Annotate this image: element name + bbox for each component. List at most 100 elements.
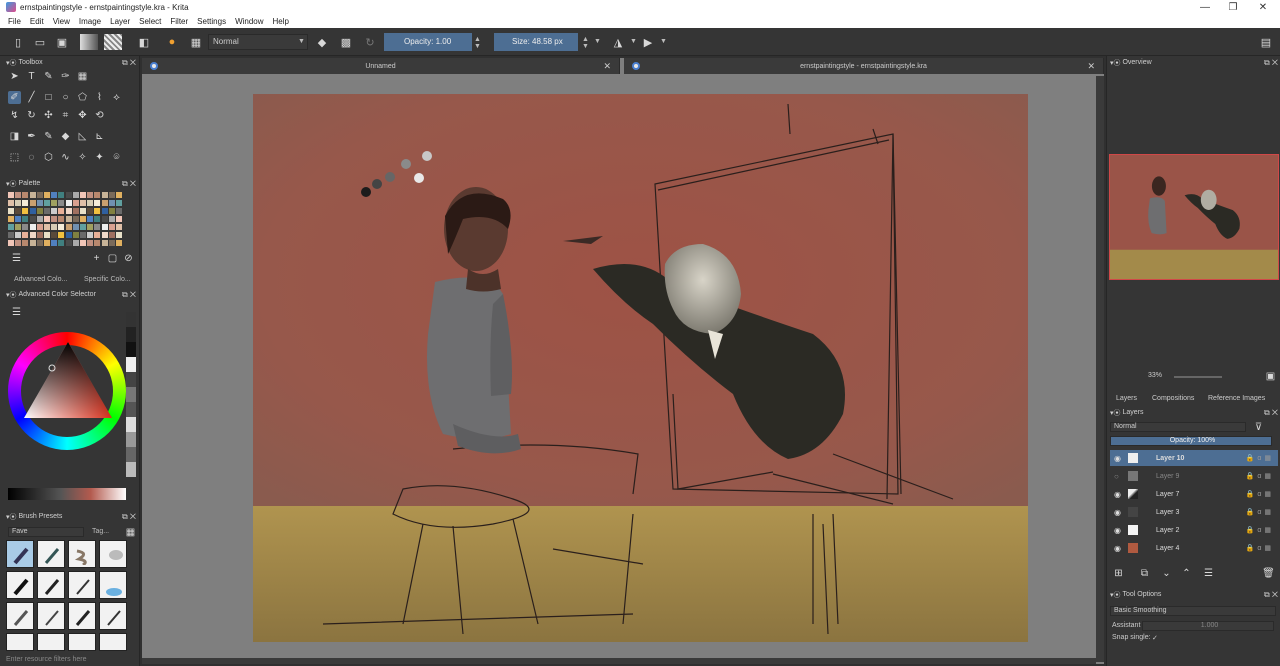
palette-swatch[interactable] <box>8 192 14 198</box>
palette-swatch[interactable] <box>87 208 94 214</box>
palette-swatch[interactable] <box>87 224 94 230</box>
palette-swatch[interactable] <box>22 208 29 214</box>
maximize-button[interactable]: ❐ <box>1218 0 1248 14</box>
collapse-icon[interactable]: ▾⦿ <box>6 58 18 68</box>
palette-swatch[interactable] <box>65 200 72 206</box>
menu-help[interactable]: Help <box>273 17 289 26</box>
gradient-tool-icon[interactable]: ◨ <box>8 130 21 143</box>
float-close-icon[interactable]: ⧉ ✕ <box>122 512 136 522</box>
edit-shapes-tool-icon[interactable]: ✎ <box>42 70 55 83</box>
tab-advanced-color[interactable]: Advanced Colo... <box>14 276 67 283</box>
tab-layers[interactable]: Layers <box>1116 395 1137 402</box>
menu-edit[interactable]: Edit <box>30 17 44 26</box>
opacity-stepper-icon[interactable]: ▲ ▼ <box>474 36 481 50</box>
palette-swatch[interactable] <box>65 208 72 214</box>
new-document-icon[interactable]: ▯ <box>10 34 26 50</box>
palette-swatch[interactable] <box>72 200 79 206</box>
layer-flags-icon[interactable]: 🔒α▦ <box>1246 454 1274 462</box>
line-tool-icon[interactable]: ╱ <box>25 91 38 104</box>
tab-reference-images[interactable]: Reference Images <box>1208 395 1265 402</box>
palette-swatch[interactable] <box>36 232 43 238</box>
palette-swatch[interactable] <box>65 224 72 230</box>
collapse-icon[interactable]: ▾⦿ <box>1110 408 1122 418</box>
crop-tool-icon[interactable]: ⌗ <box>59 109 72 122</box>
calligraphy-tool-icon[interactable]: ✑ <box>59 70 72 83</box>
palette-swatch[interactable] <box>44 200 50 206</box>
save-document-icon[interactable]: ▣ <box>54 34 70 50</box>
palette-swatch[interactable] <box>51 192 58 198</box>
palette-swatch[interactable] <box>58 232 65 238</box>
palette-swatch[interactable] <box>36 216 43 222</box>
contiguous-select-tool-icon[interactable]: ✧ <box>76 151 89 164</box>
brush-preset-tile[interactable] <box>37 633 65 651</box>
overview-thumbnail[interactable] <box>1109 154 1279 280</box>
layer-row-2[interactable]: ◉ Layer 2 🔒α▦ <box>1110 522 1278 538</box>
freehand-path-tool-icon[interactable]: ↯ <box>8 109 21 122</box>
mirror-vertical-icon[interactable]: ▶ <box>640 34 656 50</box>
ellipse-select-tool-icon[interactable]: ◌ <box>25 151 38 164</box>
palette-swatch[interactable] <box>101 216 108 222</box>
palette-swatch[interactable] <box>36 192 43 198</box>
palette-swatch[interactable] <box>36 208 43 214</box>
chevron-down-icon[interactable]: ▼ <box>298 38 305 45</box>
palette-swatch[interactable] <box>51 200 58 206</box>
bezier-select-tool-icon[interactable]: ⌾ <box>110 151 123 164</box>
menu-file[interactable]: File <box>8 17 21 26</box>
palette-swatch[interactable] <box>108 200 115 206</box>
palette-swatch[interactable] <box>29 200 36 206</box>
palette-swatch[interactable] <box>72 208 79 214</box>
eye-icon[interactable]: ◉ <box>1114 490 1121 499</box>
tab-compositions[interactable]: Compositions <box>1152 395 1194 402</box>
palette-swatch[interactable] <box>36 200 43 206</box>
delete-layer-icon[interactable]: 🗑 <box>1262 567 1275 580</box>
palette-swatch[interactable] <box>116 192 122 198</box>
brush-view-mode-icon[interactable]: ▦ <box>124 526 137 539</box>
palette-swatch[interactable] <box>101 200 108 206</box>
palette-swatch[interactable] <box>108 216 115 222</box>
tab-unnamed[interactable]: Unnamed ✕ <box>142 58 620 74</box>
palette-swatch[interactable] <box>22 192 29 198</box>
brush-preset-tile[interactable] <box>6 571 34 599</box>
filter-layers-icon[interactable]: ⊽ <box>1252 421 1265 434</box>
color-picker-tool-icon[interactable]: ✒ <box>25 130 38 143</box>
saturation-value-triangle[interactable] <box>20 340 116 422</box>
color-selector-settings-icon[interactable]: ☰ <box>10 306 23 319</box>
float-close-icon[interactable]: ⧉ ✕ <box>1264 590 1278 600</box>
colorize-mask-tool-icon[interactable]: ✎ <box>42 130 55 143</box>
menu-view[interactable]: View <box>53 17 70 26</box>
brush-preset-tile[interactable] <box>68 633 96 651</box>
brush-preset-icon[interactable]: ● <box>164 34 180 50</box>
palette-swatch[interactable] <box>108 192 115 198</box>
chevron-down-icon[interactable]: ▼ <box>594 38 601 45</box>
layer-flags-icon[interactable]: 🔒α▦ <box>1246 526 1274 534</box>
palette-swatch[interactable] <box>15 192 22 198</box>
palette-swatch[interactable] <box>22 200 29 206</box>
palette-swatch[interactable] <box>8 208 14 214</box>
assistant-magnetism-slider[interactable]: 1.000 <box>1142 621 1274 631</box>
palette-swatch[interactable] <box>58 216 65 222</box>
palette-menu-icon[interactable]: ☰ <box>10 252 23 265</box>
palette-swatch[interactable] <box>36 240 43 246</box>
collapse-icon[interactable]: ▾⦿ <box>6 179 18 189</box>
layer-flags-icon[interactable]: 🔒α▦ <box>1246 508 1274 516</box>
menu-layer[interactable]: Layer <box>110 17 130 26</box>
palette-swatch[interactable] <box>65 232 72 238</box>
brush-preset-tile[interactable] <box>68 571 96 599</box>
brush-preset-tile[interactable] <box>68 602 96 630</box>
brush-preset-tile[interactable] <box>37 571 65 599</box>
palette-swatch[interactable] <box>80 224 86 230</box>
polygon-tool-icon[interactable]: ⬠ <box>76 91 89 104</box>
palette-swatch[interactable] <box>94 224 101 230</box>
palette-swatch[interactable] <box>72 240 79 246</box>
palette-swatch[interactable] <box>15 240 22 246</box>
close-tab-icon[interactable]: ✕ <box>1087 61 1095 72</box>
duplicate-layer-icon[interactable]: ⧉ <box>1138 567 1151 580</box>
palette-swatch[interactable] <box>29 232 36 238</box>
palette-swatch[interactable] <box>15 208 22 214</box>
palette-swatch[interactable] <box>44 216 50 222</box>
brush-preset-tile[interactable] <box>68 540 96 568</box>
pattern-tool-icon[interactable]: ▦ <box>76 70 89 83</box>
rectangle-tool-icon[interactable]: □ <box>42 91 55 104</box>
eye-off-icon[interactable]: ○ <box>1114 472 1119 481</box>
reload-preset-icon[interactable]: ↻ <box>362 34 378 50</box>
